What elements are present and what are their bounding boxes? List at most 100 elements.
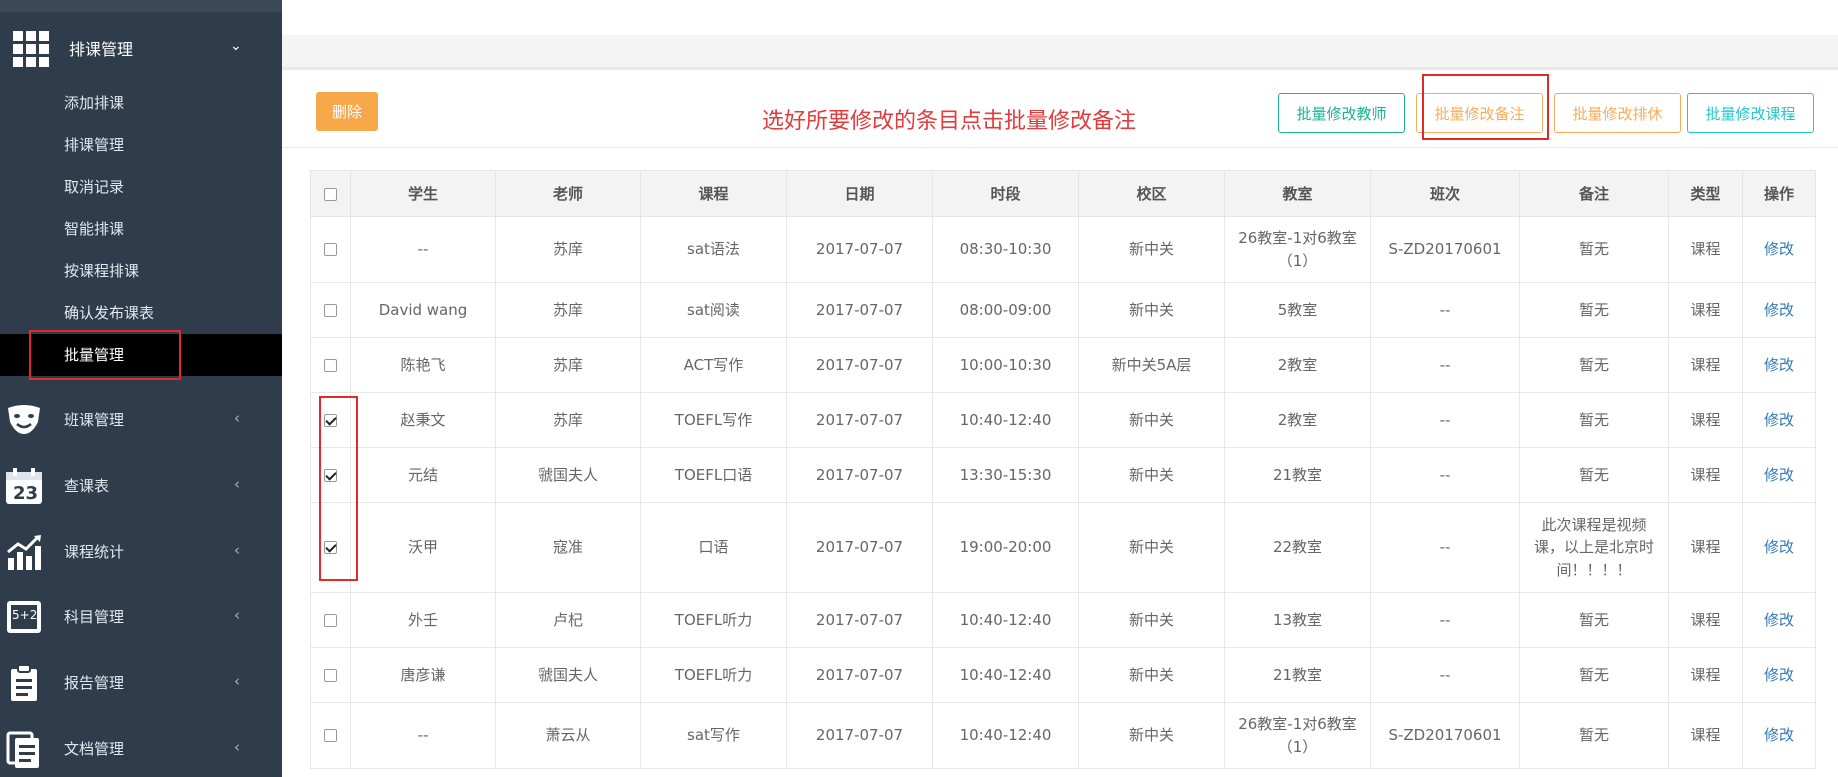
col-header-room: 教室	[1224, 170, 1371, 217]
sidebar-item-class-manage[interactable]: 班课管理 ‹	[0, 387, 282, 453]
batch-edit-course-button[interactable]: 批量修改课程	[1687, 93, 1814, 133]
sidebar-item-add-schedule[interactable]: 添加排课	[0, 82, 282, 124]
row-checkbox[interactable]	[324, 468, 337, 482]
cell-teacher: 寇准	[495, 502, 641, 593]
sidebar-menu-scheduling[interactable]: 排课管理 ⌄	[0, 12, 282, 82]
clipboard-icon	[11, 664, 37, 701]
edit-link[interactable]: 修改	[1742, 216, 1816, 283]
select-all-checkbox[interactable]	[324, 187, 337, 201]
grid-icon	[13, 31, 49, 67]
sidebar-item-schedule-manage[interactable]: 排课管理	[0, 124, 282, 166]
table-row: 外壬 卢杞 TOEFL听力 2017-07-07 10:40-12:40 新中关 13教室 -…	[310, 592, 1816, 648]
chevron-left-icon: ‹	[234, 409, 240, 427]
cell-teacher: 苏庠	[495, 392, 641, 448]
batch-edit-break-button[interactable]: 批量修改排休	[1554, 93, 1681, 133]
row-select-cell	[310, 337, 351, 393]
table-row: 元结 虢国夫人 TOEFL口语 2017-07-07 13:30-15:30 新中关 21教…	[310, 447, 1816, 503]
cell-time: 08:00-09:00	[932, 282, 1079, 338]
cell-class: --	[1370, 447, 1520, 503]
sidebar-item-course-stats[interactable]: 课程统计 ‹	[0, 519, 282, 585]
cell-type: 课程	[1668, 447, 1743, 503]
sidebar-item-cancel-records[interactable]: 取消记录	[0, 166, 282, 208]
row-checkbox[interactable]	[324, 413, 337, 427]
cell-time: 10:40-12:40	[932, 392, 1079, 448]
sidebar-submenu: 添加排课 排课管理 取消记录 智能排课 按课程排课 确认发布课表 批量管理	[0, 82, 282, 376]
cell-type: 课程	[1668, 647, 1743, 703]
row-checkbox[interactable]	[324, 358, 337, 372]
documents-icon	[6, 731, 39, 768]
sidebar-top-strip	[0, 0, 282, 12]
col-header-teacher: 老师	[495, 170, 641, 217]
sidebar-item-smart-schedule[interactable]: 智能排课	[0, 208, 282, 250]
edit-link[interactable]: 修改	[1742, 337, 1816, 393]
cell-type: 课程	[1668, 592, 1743, 648]
cell-student: David wang	[350, 282, 496, 338]
cell-teacher: 苏庠	[495, 216, 641, 283]
row-select-cell	[310, 592, 351, 648]
select-all-cell	[310, 170, 351, 217]
sidebar-item-batch-manage[interactable]: 批量管理	[0, 334, 282, 376]
cell-teacher: 萧云从	[495, 702, 641, 769]
table-row: -- 萧云从 sat写作 2017-07-07 10:40-12:40 新中关 26教室-1…	[310, 702, 1816, 769]
sidebar-item-schedule-by-course[interactable]: 按课程排课	[0, 250, 282, 292]
cell-date: 2017-07-07	[786, 702, 933, 769]
cell-teacher: 虢国夫人	[495, 447, 641, 503]
cell-class: --	[1370, 592, 1520, 648]
cell-class: --	[1370, 392, 1520, 448]
row-checkbox[interactable]	[324, 729, 337, 743]
cell-time: 13:30-15:30	[932, 447, 1079, 503]
row-select-cell	[310, 702, 351, 769]
cell-remark: 暂无	[1519, 216, 1669, 283]
instruction-hint: 选好所要修改的条目点击批量修改备注	[762, 109, 1137, 134]
cell-date: 2017-07-07	[786, 392, 933, 448]
edit-link[interactable]: 修改	[1742, 502, 1816, 593]
cell-date: 2017-07-07	[786, 647, 933, 703]
cell-remark: 暂无	[1519, 282, 1669, 338]
edit-link[interactable]: 修改	[1742, 647, 1816, 703]
delete-button[interactable]: 删除	[316, 92, 378, 131]
cell-teacher: 虢国夫人	[495, 647, 641, 703]
sidebar-item-timetable[interactable]: 23 查课表 ‹	[0, 453, 282, 519]
nav-label: 报告管理	[64, 674, 125, 692]
table-body: -- 苏庠 sat语法 2017-07-07 08:30-10:30 新中关 26教室-1对…	[310, 216, 1816, 769]
nav-label: 班课管理	[64, 411, 125, 429]
cell-class: --	[1370, 502, 1520, 593]
top-header	[282, 0, 1838, 35]
col-header-class: 班次	[1370, 170, 1520, 217]
cell-remark: 暂无	[1519, 392, 1669, 448]
cell-room: 2教室	[1224, 337, 1371, 393]
cell-room: 26教室-1对6教室（1）	[1224, 216, 1371, 283]
cell-date: 2017-07-07	[786, 592, 933, 648]
row-select-cell	[310, 216, 351, 283]
row-checkbox[interactable]	[324, 243, 337, 257]
cell-class: --	[1370, 647, 1520, 703]
row-checkbox[interactable]	[324, 541, 337, 555]
col-header-course: 课程	[640, 170, 787, 217]
cell-teacher: 苏庠	[495, 282, 641, 338]
cell-student: 陈艳飞	[350, 337, 496, 393]
row-checkbox[interactable]	[324, 303, 337, 317]
chevron-left-icon: ‹	[234, 541, 240, 559]
cell-time: 10:40-12:40	[932, 592, 1079, 648]
cell-time: 10:40-12:40	[932, 647, 1079, 703]
sidebar-item-document-manage[interactable]: 文档管理 ‹	[0, 716, 282, 777]
edit-link[interactable]: 修改	[1742, 282, 1816, 338]
sidebar-item-report-manage[interactable]: 报告管理 ‹	[0, 650, 282, 716]
sidebar-item-confirm-publish[interactable]: 确认发布课表	[0, 292, 282, 334]
edit-link[interactable]: 修改	[1742, 702, 1816, 769]
edit-link[interactable]: 修改	[1742, 392, 1816, 448]
edit-link[interactable]: 修改	[1742, 592, 1816, 648]
cell-time: 10:00-10:30	[932, 337, 1079, 393]
cell-room: 26教室-1对6教室（1）	[1224, 702, 1371, 769]
cell-type: 课程	[1668, 392, 1743, 448]
row-checkbox[interactable]	[324, 613, 337, 627]
row-checkbox[interactable]	[324, 668, 337, 682]
edit-link[interactable]: 修改	[1742, 447, 1816, 503]
cell-student: --	[350, 702, 496, 769]
batch-edit-teacher-button[interactable]: 批量修改教师	[1278, 93, 1405, 133]
cell-teacher: 苏庠	[495, 337, 641, 393]
batch-edit-remark-button[interactable]: 批量修改备注	[1416, 93, 1543, 133]
cell-time: 08:30-10:30	[932, 216, 1079, 283]
sidebar-item-subject-manage[interactable]: 5+2 科目管理 ‹	[0, 584, 282, 650]
cell-course: 口语	[640, 502, 787, 593]
